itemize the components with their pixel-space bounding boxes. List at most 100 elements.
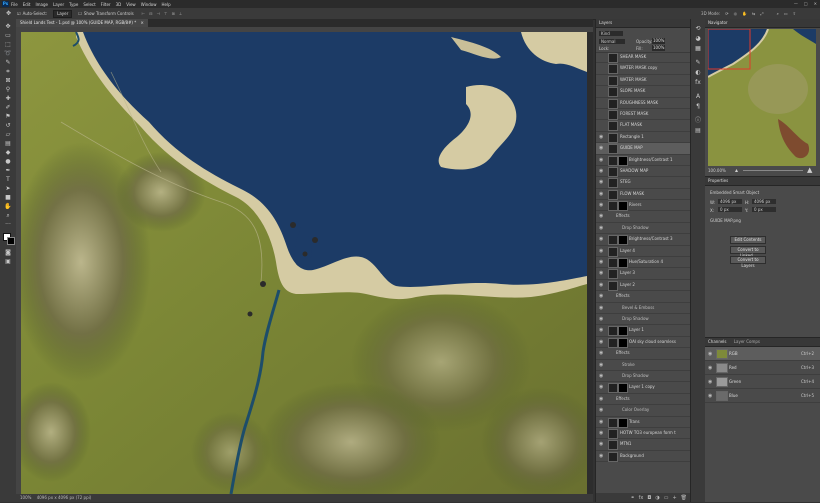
zoom-out-icon[interactable]: ▴ xyxy=(735,167,738,174)
visibility-eye-icon[interactable]: ◉ xyxy=(599,373,603,379)
visibility-eye-icon[interactable]: ◉ xyxy=(599,202,603,208)
layer-row[interactable]: ◉ Layer 1 xyxy=(596,325,690,337)
layer-thumbnail[interactable] xyxy=(608,440,618,451)
layer-row[interactable]: ◉ MTN1 xyxy=(596,439,690,451)
layer-row[interactable]: ◉ Rivers xyxy=(596,200,690,212)
zoom-tool-icon[interactable]: ⌕ xyxy=(4,212,12,219)
layer-row[interactable]: ◉ Rectangle 1 xyxy=(596,132,690,144)
layer-row[interactable]: ◉ Bevel & Emboss xyxy=(596,303,690,314)
layer-row[interactable]: ◉ Effects xyxy=(596,394,690,406)
channel-row[interactable]: ◉ RGB Ctrl+2 xyxy=(705,347,820,361)
layer-row[interactable]: ◉ Color Overlay xyxy=(596,405,690,417)
paragraph-icon[interactable]: ¶ xyxy=(694,103,702,110)
background-color-swatch[interactable] xyxy=(7,237,15,245)
layer-thumbnail[interactable] xyxy=(608,166,618,177)
brushes-icon[interactable]: ✎ xyxy=(694,59,702,66)
layer-comps-tab[interactable]: Layer Comps xyxy=(734,339,760,344)
layer-mask-thumbnail[interactable] xyxy=(618,235,628,246)
screen-mode-icon[interactable]: ▣ xyxy=(4,258,12,265)
align-middle-icon[interactable]: ⊞ xyxy=(171,11,174,16)
layer-thumbnail[interactable] xyxy=(608,64,618,75)
properties-title[interactable]: Properties xyxy=(708,178,728,183)
history-icon[interactable]: ⟲ xyxy=(694,25,702,32)
layer-thumbnail[interactable] xyxy=(608,98,618,109)
canvas-vertical-scrollbar[interactable] xyxy=(587,32,593,494)
path-select-tool-icon[interactable]: ➤ xyxy=(4,185,12,192)
visibility-eye-icon[interactable]: ◉ xyxy=(708,379,712,385)
document-tab[interactable]: Shield Lands Test - 1.psd @ 100% (GUIDE … xyxy=(16,19,148,27)
history-brush-tool-icon[interactable]: ↺ xyxy=(4,122,12,129)
layer-row[interactable]: ROUGHNESS MASK xyxy=(596,98,690,109)
layer-mask-thumbnail[interactable] xyxy=(618,326,628,337)
layer-row[interactable]: ◉ Layer 1 copy xyxy=(596,382,690,394)
rectangle-tool-icon[interactable]: ■ xyxy=(4,194,12,201)
visibility-eye-icon[interactable]: ◉ xyxy=(708,351,712,357)
layer-thumbnail[interactable] xyxy=(608,87,618,98)
menu-select[interactable]: Select xyxy=(83,2,95,7)
y-input[interactable]: 0 px xyxy=(752,207,776,212)
visibility-eye-icon[interactable]: ◉ xyxy=(599,339,603,345)
channel-row[interactable]: ◉ Blue Ctrl+5 xyxy=(705,389,820,403)
menu-image[interactable]: Image xyxy=(35,2,48,7)
layer-row[interactable]: ◉ Stroke xyxy=(596,360,690,371)
layer-row[interactable]: ◉ Effects xyxy=(596,348,690,360)
layer-row[interactable]: ◉ STEG xyxy=(596,177,690,189)
rotate-3d-icon[interactable]: ⟳ xyxy=(725,11,728,16)
layer-thumbnail[interactable] xyxy=(608,451,618,462)
layer-thumbnail[interactable] xyxy=(608,337,618,348)
layer-row[interactable]: SHEAR MASK xyxy=(596,52,690,64)
layer-mask-thumbnail[interactable] xyxy=(618,383,628,394)
quick-select-tool-icon[interactable]: ✎ xyxy=(4,59,12,66)
gradient-tool-icon[interactable]: ▤ xyxy=(4,140,12,147)
align-top-icon[interactable]: ⊤ xyxy=(164,11,167,16)
visibility-eye-icon[interactable]: ◉ xyxy=(599,362,603,368)
w-input[interactable]: 4096 px xyxy=(718,199,742,204)
menu-window[interactable]: Window xyxy=(141,2,157,7)
zoom-slider[interactable] xyxy=(743,170,803,171)
visibility-eye-icon[interactable]: ◉ xyxy=(599,350,603,356)
visibility-eye-icon[interactable]: ◉ xyxy=(708,365,712,371)
info-icon[interactable]: ⓘ xyxy=(694,117,702,124)
adjustment-layer-icon[interactable]: ◑ xyxy=(655,495,659,501)
layer-thumbnail[interactable] xyxy=(608,75,618,86)
visibility-eye-icon[interactable]: ◉ xyxy=(599,305,603,311)
search-icon[interactable]: ⌕ xyxy=(777,11,779,16)
layer-row[interactable]: ◉ Brightness/Contrast 1 xyxy=(596,155,690,166)
layer-row[interactable]: ◉ Effects xyxy=(596,291,690,303)
layer-row[interactable]: ◉ Brightness/Contrast 3 xyxy=(596,234,690,246)
visibility-eye-icon[interactable]: ◉ xyxy=(599,419,603,425)
layer-thumbnail[interactable] xyxy=(608,189,618,200)
layer-row[interactable]: ◉ SHADOW MAP xyxy=(596,166,690,178)
scale-3d-icon[interactable]: ⤢ xyxy=(760,11,763,16)
layer-row[interactable]: ◉ FLOW MASK xyxy=(596,189,690,201)
delete-layer-icon[interactable]: 🗑 xyxy=(681,495,687,501)
opacity-input[interactable]: 100% xyxy=(652,38,665,44)
lasso-tool-icon[interactable]: ➰ xyxy=(4,50,12,57)
menu-file[interactable]: File xyxy=(11,2,18,7)
visibility-eye-icon[interactable]: ◉ xyxy=(599,213,603,219)
add-mask-icon[interactable]: ◘ xyxy=(647,495,651,501)
layer-thumbnail[interactable] xyxy=(608,246,618,257)
layer-mask-thumbnail[interactable] xyxy=(618,337,628,348)
layer-mask-thumbnail[interactable] xyxy=(618,417,628,428)
layer-mask-thumbnail[interactable] xyxy=(618,201,628,212)
layer-row[interactable]: ◉ Background xyxy=(596,451,690,463)
visibility-eye-icon[interactable]: ◉ xyxy=(599,248,603,254)
visibility-eye-icon[interactable]: ◉ xyxy=(599,396,603,402)
libraries-icon[interactable]: ▤ xyxy=(694,127,702,134)
layer-thumbnail[interactable] xyxy=(608,269,618,280)
layer-row[interactable]: WATER MASK xyxy=(596,75,690,87)
color-icon[interactable]: ◕ xyxy=(694,35,702,42)
layer-thumbnail[interactable] xyxy=(608,155,618,166)
more-tools-icon[interactable]: ··· xyxy=(4,221,12,228)
link-layers-icon[interactable]: ⚭ xyxy=(630,495,634,501)
visibility-eye-icon[interactable]: ◉ xyxy=(599,407,603,413)
layer-thumbnail[interactable] xyxy=(608,280,618,291)
visibility-eye-icon[interactable]: ◉ xyxy=(599,157,603,163)
layers-panel-title[interactable]: Layers xyxy=(599,20,612,25)
visibility-eye-icon[interactable]: ◉ xyxy=(599,327,603,333)
visibility-eye-icon[interactable]: ◉ xyxy=(599,145,603,151)
layer-thumbnail[interactable] xyxy=(608,417,618,428)
menu-3d[interactable]: 3D xyxy=(116,2,122,7)
dodge-tool-icon[interactable]: ● xyxy=(4,158,12,165)
